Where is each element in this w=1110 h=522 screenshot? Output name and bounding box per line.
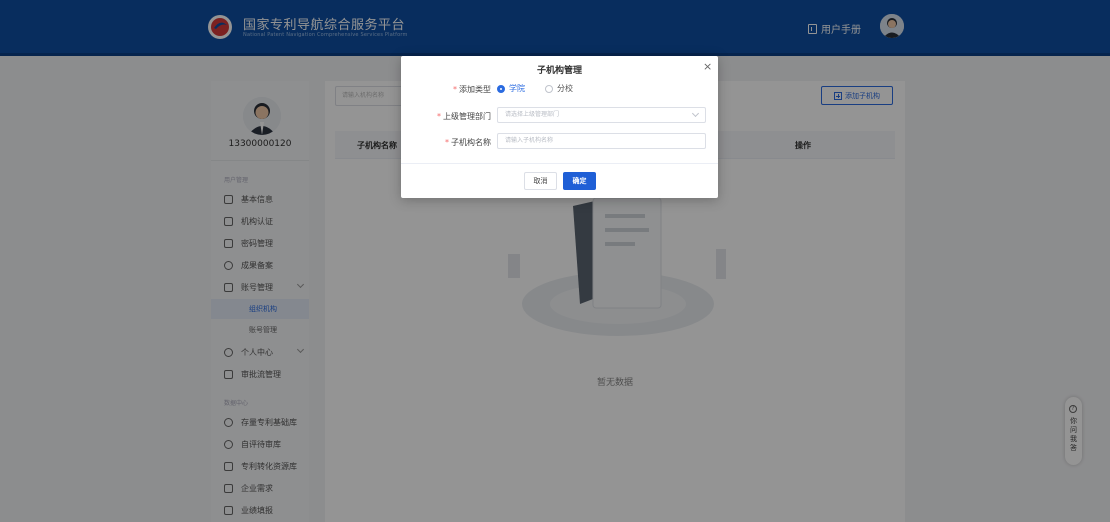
cancel-button[interactable]: 取消 [524,172,557,190]
parent-dept-label-text: 上级管理部门 [443,112,491,121]
radio-college[interactable]: 学院 [497,83,525,94]
sub-org-dialog: 子机构管理 × * 添加类型 学院 分校 * 上级管理部门 请选择上级管理部门 * 子… [401,56,718,198]
required-mark: * [453,85,457,94]
sub-org-name-label: * 子机构名称 [445,137,491,148]
required-mark: * [437,112,441,121]
close-icon[interactable]: × [703,60,712,73]
dialog-footer-divider [401,163,718,164]
radio-college-label: 学院 [509,84,525,93]
type-label: * 添加类型 [453,84,491,95]
parent-dept-placeholder: 请选择上级管理部门 [505,111,560,118]
confirm-button[interactable]: 确定 [563,172,596,190]
sub-org-name-placeholder: 请输入子机构名称 [505,137,554,144]
radio-branch-label: 分校 [557,84,573,93]
required-mark: * [445,138,449,147]
radio-checked-icon [497,84,505,93]
type-label-text: 添加类型 [459,85,491,94]
parent-dept-label: * 上级管理部门 [437,111,491,122]
dialog-title: 子机构管理 [536,66,582,76]
chevron-down-icon [691,109,700,118]
sub-org-name-input[interactable]: 请输入子机构名称 [497,133,706,149]
radio-branch[interactable]: 分校 [545,83,573,94]
parent-dept-select[interactable]: 请选择上级管理部门 [497,107,706,123]
radio-unchecked-icon [545,84,553,93]
sub-org-name-label-text: 子机构名称 [451,138,491,147]
